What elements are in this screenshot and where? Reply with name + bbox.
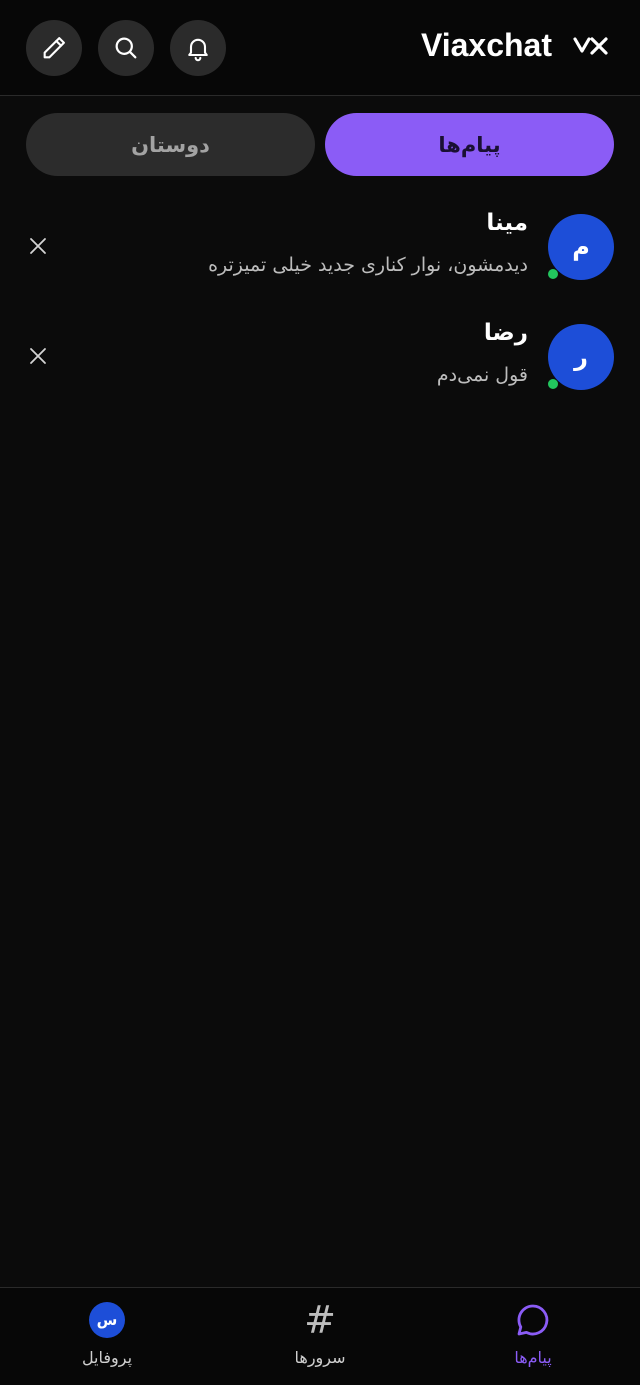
edit-button[interactable] bbox=[26, 20, 82, 76]
conversation-item[interactable]: ر رضا قول نمی‌دم bbox=[0, 320, 640, 424]
app-header: Viaxchat bbox=[0, 0, 640, 96]
avatar[interactable]: ر bbox=[548, 324, 614, 390]
chat-bubble-icon bbox=[517, 1304, 549, 1336]
tab-friends[interactable]: دوستان bbox=[26, 113, 315, 176]
nav-servers[interactable]: # سرورها bbox=[240, 1300, 400, 1380]
avatar[interactable]: م bbox=[548, 214, 614, 280]
profile-avatar: س bbox=[89, 1302, 125, 1338]
pencil-icon bbox=[43, 37, 65, 59]
nav-messages[interactable]: پیام‌ها bbox=[453, 1300, 613, 1380]
conversation-item[interactable]: م مینا دیدمشون، نوار کناری جدید خیلی تمی… bbox=[0, 210, 640, 314]
tab-messages[interactable]: پیام‌ها bbox=[325, 113, 614, 176]
viaxchat-logo-icon bbox=[572, 31, 612, 59]
online-status-dot bbox=[548, 379, 558, 389]
online-status-dot bbox=[548, 269, 558, 279]
nav-profile-label: پروفایل bbox=[81, 1348, 133, 1367]
close-icon bbox=[30, 238, 46, 254]
conversation-name: مینا bbox=[486, 210, 528, 236]
close-conversation-button[interactable] bbox=[24, 342, 52, 370]
search-icon bbox=[115, 37, 137, 59]
conversation-last-message: قول نمی‌دم bbox=[436, 364, 528, 386]
app-title: Viaxchat bbox=[420, 26, 552, 63]
conversation-last-message: دیدمشون، نوار کناری جدید خیلی تمیزتره bbox=[208, 254, 528, 276]
hash-icon: # bbox=[304, 1298, 336, 1342]
tab-bar: دوستان پیام‌ها bbox=[26, 113, 614, 176]
bottom-navigation: س پروفایل # سرورها پیام‌ها bbox=[0, 1287, 640, 1385]
nav-profile[interactable]: س پروفایل bbox=[27, 1300, 187, 1380]
search-button[interactable] bbox=[98, 20, 154, 76]
bell-icon bbox=[188, 38, 208, 62]
notifications-button[interactable] bbox=[170, 20, 226, 76]
close-conversation-button[interactable] bbox=[24, 232, 52, 260]
brand: Viaxchat bbox=[421, 22, 612, 68]
nav-messages-label: پیام‌ها bbox=[514, 1348, 552, 1367]
close-icon bbox=[30, 348, 46, 364]
nav-servers-label: سرورها bbox=[294, 1348, 346, 1367]
conversation-name: رضا bbox=[483, 320, 528, 346]
